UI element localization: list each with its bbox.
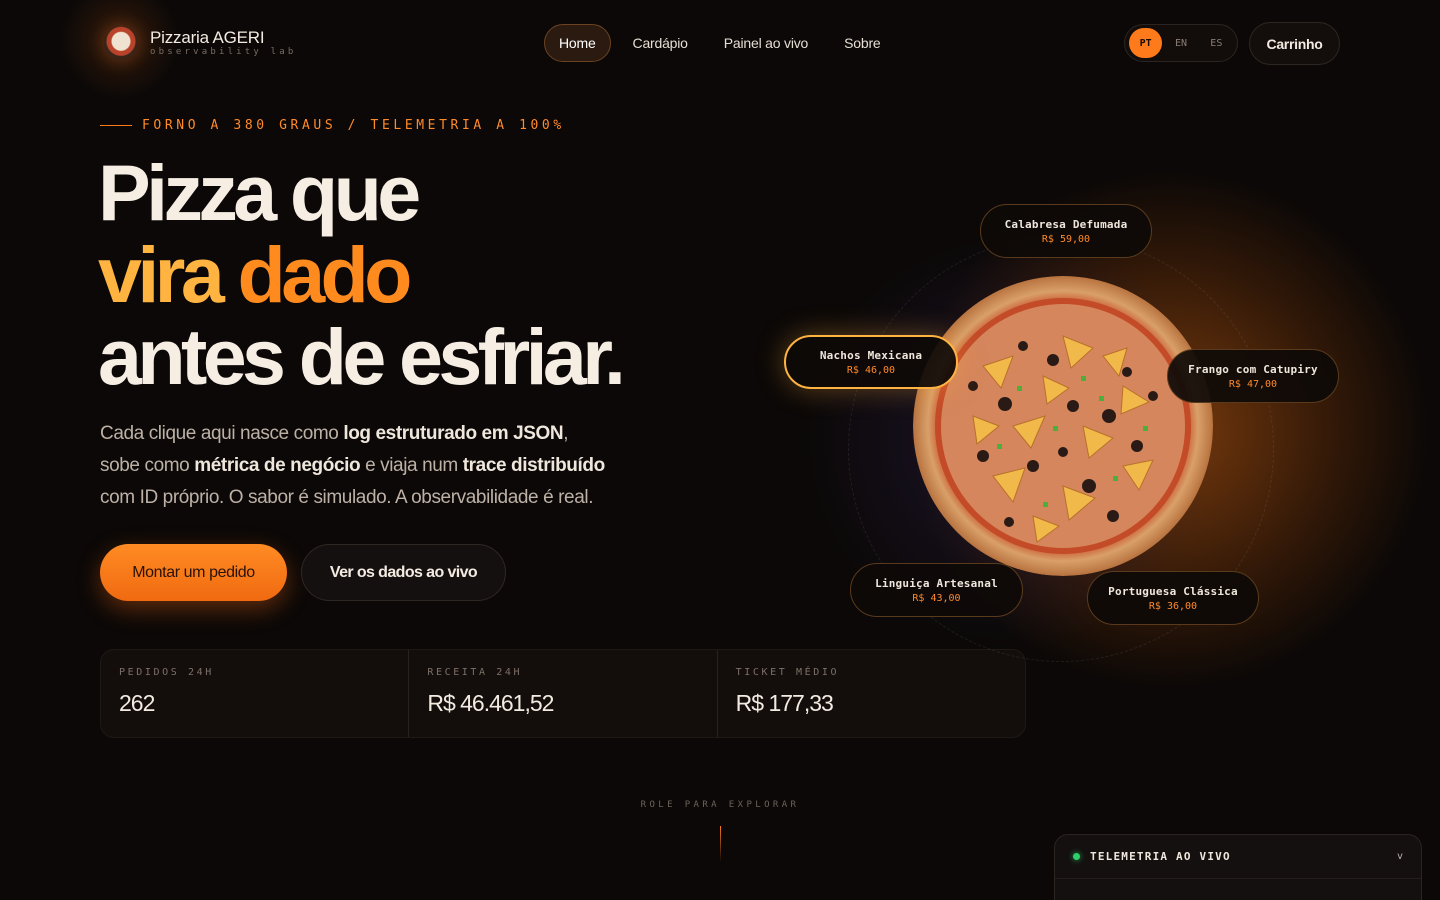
build-order-button[interactable]: Montar um pedido bbox=[100, 544, 287, 601]
headline-word-vira: vira bbox=[98, 230, 225, 319]
stat-value: R$ 46.461,52 bbox=[427, 690, 554, 716]
cart-button[interactable]: Carrinho bbox=[1249, 22, 1340, 65]
stat-label: TICKET MÉDIO bbox=[735, 667, 840, 678]
lede-text-2: , bbox=[563, 423, 569, 444]
stat-orders: PEDIDOS 24H 262 bbox=[101, 650, 410, 737]
pizza-option-name: Nachos Mexicana bbox=[819, 348, 923, 362]
pizza-option-price: R$ 43,00 bbox=[912, 592, 961, 604]
pizza-option-price: R$ 59,00 bbox=[1041, 233, 1091, 245]
pizza-image bbox=[913, 276, 1213, 576]
pizza-option-price: R$ 47,00 bbox=[1228, 378, 1278, 390]
site-header: Pizzaria AGERI observability lab Home Ca… bbox=[0, 0, 1440, 88]
headline-line-1: Pizza que bbox=[98, 148, 421, 237]
live-status-dot-icon bbox=[1073, 853, 1080, 860]
lede-bold-log: log estruturado em JSON bbox=[343, 423, 564, 444]
eyebrow-line bbox=[100, 125, 132, 126]
pizza-option-portuguesa[interactable]: Portuguesa Clássica R$ 36,00 bbox=[1087, 571, 1259, 625]
pizza-option-name: Calabresa Defumada bbox=[1004, 217, 1128, 231]
stat-label: PEDIDOS 24H bbox=[119, 667, 214, 678]
lede-text-1: Cada clique aqui nasce como bbox=[100, 423, 344, 444]
eyebrow-text: FORNO A 380 GRAUS / TELEMETRIA A 100% bbox=[142, 118, 565, 133]
pizza-option-price: R$ 46,00 bbox=[846, 364, 896, 376]
pizza-chef-logo-icon bbox=[104, 26, 138, 60]
headline-word-dado: dado bbox=[237, 230, 413, 319]
headline-line-3: antes de esfriar. bbox=[98, 312, 626, 401]
live-data-button[interactable]: Ver os dados ao vivo bbox=[301, 544, 506, 601]
stat-value: 262 bbox=[119, 690, 155, 716]
hero-description: Cada clique aqui nasce como log estrutur… bbox=[100, 418, 660, 514]
stat-revenue: RECEITA 24H R$ 46.461,52 bbox=[409, 650, 718, 737]
nav-item-cardapio[interactable]: Cardápio bbox=[619, 24, 702, 62]
brand-name: Pizzaria AGERI bbox=[150, 27, 265, 47]
nav-item-home[interactable]: Home bbox=[544, 24, 611, 62]
chevron-down-icon[interactable]: v bbox=[1397, 851, 1403, 862]
stat-label: RECEITA 24H bbox=[427, 667, 523, 678]
pizza-option-name: Frango com Catupiry bbox=[1188, 362, 1318, 376]
pizza-option-calabresa[interactable]: Calabresa Defumada R$ 59,00 bbox=[980, 204, 1152, 258]
stat-average-ticket: TICKET MÉDIO R$ 177,33 bbox=[718, 650, 1025, 737]
nav-item-painel[interactable]: Painel ao vivo bbox=[710, 24, 822, 62]
pizza-option-linguica[interactable]: Linguiça Artesanal R$ 43,00 bbox=[850, 563, 1023, 617]
lede-text-5: com ID próprio. O sabor é simulado. A ob… bbox=[100, 487, 594, 508]
pizza-option-name: Portuguesa Clássica bbox=[1108, 584, 1238, 598]
lede-text-3: sobe como bbox=[100, 455, 195, 476]
lede-bold-metrica: métrica de negócio bbox=[194, 455, 361, 476]
lang-es-button[interactable]: ES bbox=[1200, 28, 1233, 58]
hero-eyebrow: FORNO A 380 GRAUS / TELEMETRIA A 100% bbox=[100, 118, 565, 133]
pizza-option-frango[interactable]: Frango com Catupiry R$ 47,00 bbox=[1167, 349, 1339, 403]
telemetry-title: TELEMETRIA AO VIVO bbox=[1090, 850, 1231, 863]
brand-tagline: observability lab bbox=[150, 46, 297, 57]
headline-line-2: vira dado bbox=[98, 234, 621, 316]
telemetry-panel: TELEMETRIA AO VIVO v bbox=[1054, 834, 1422, 900]
hero-headline: Pizza que vira dado antes de esfriar. bbox=[98, 148, 626, 401]
lede-text-4: e viaja num bbox=[360, 455, 463, 476]
pizza-option-nachos[interactable]: Nachos Mexicana R$ 46,00 bbox=[784, 335, 958, 389]
telemetry-header[interactable]: TELEMETRIA AO VIVO v bbox=[1055, 835, 1421, 879]
stats-panel: PEDIDOS 24H 262 RECEITA 24H R$ 46.461,52… bbox=[100, 649, 1026, 738]
pizza-option-price: R$ 36,00 bbox=[1148, 600, 1198, 612]
scroll-indicator-line bbox=[720, 826, 721, 862]
nav-item-sobre[interactable]: Sobre bbox=[830, 24, 894, 62]
lang-pt-button[interactable]: PT bbox=[1129, 28, 1163, 58]
scroll-hint: ROLE PARA EXPLORAR bbox=[640, 800, 800, 810]
lang-en-button[interactable]: EN bbox=[1164, 28, 1197, 58]
stat-value: R$ 177,33 bbox=[735, 690, 834, 716]
pizza-option-name: Linguiça Artesanal bbox=[875, 576, 998, 590]
lede-bold-trace: trace distribuído bbox=[462, 455, 605, 476]
pizza-illustration bbox=[913, 276, 1213, 576]
brand[interactable]: Pizzaria AGERI observability lab bbox=[104, 26, 297, 60]
main-nav: Home Cardápio Painel ao vivo Sobre bbox=[544, 24, 895, 62]
language-switcher: PT EN ES bbox=[1124, 24, 1238, 62]
